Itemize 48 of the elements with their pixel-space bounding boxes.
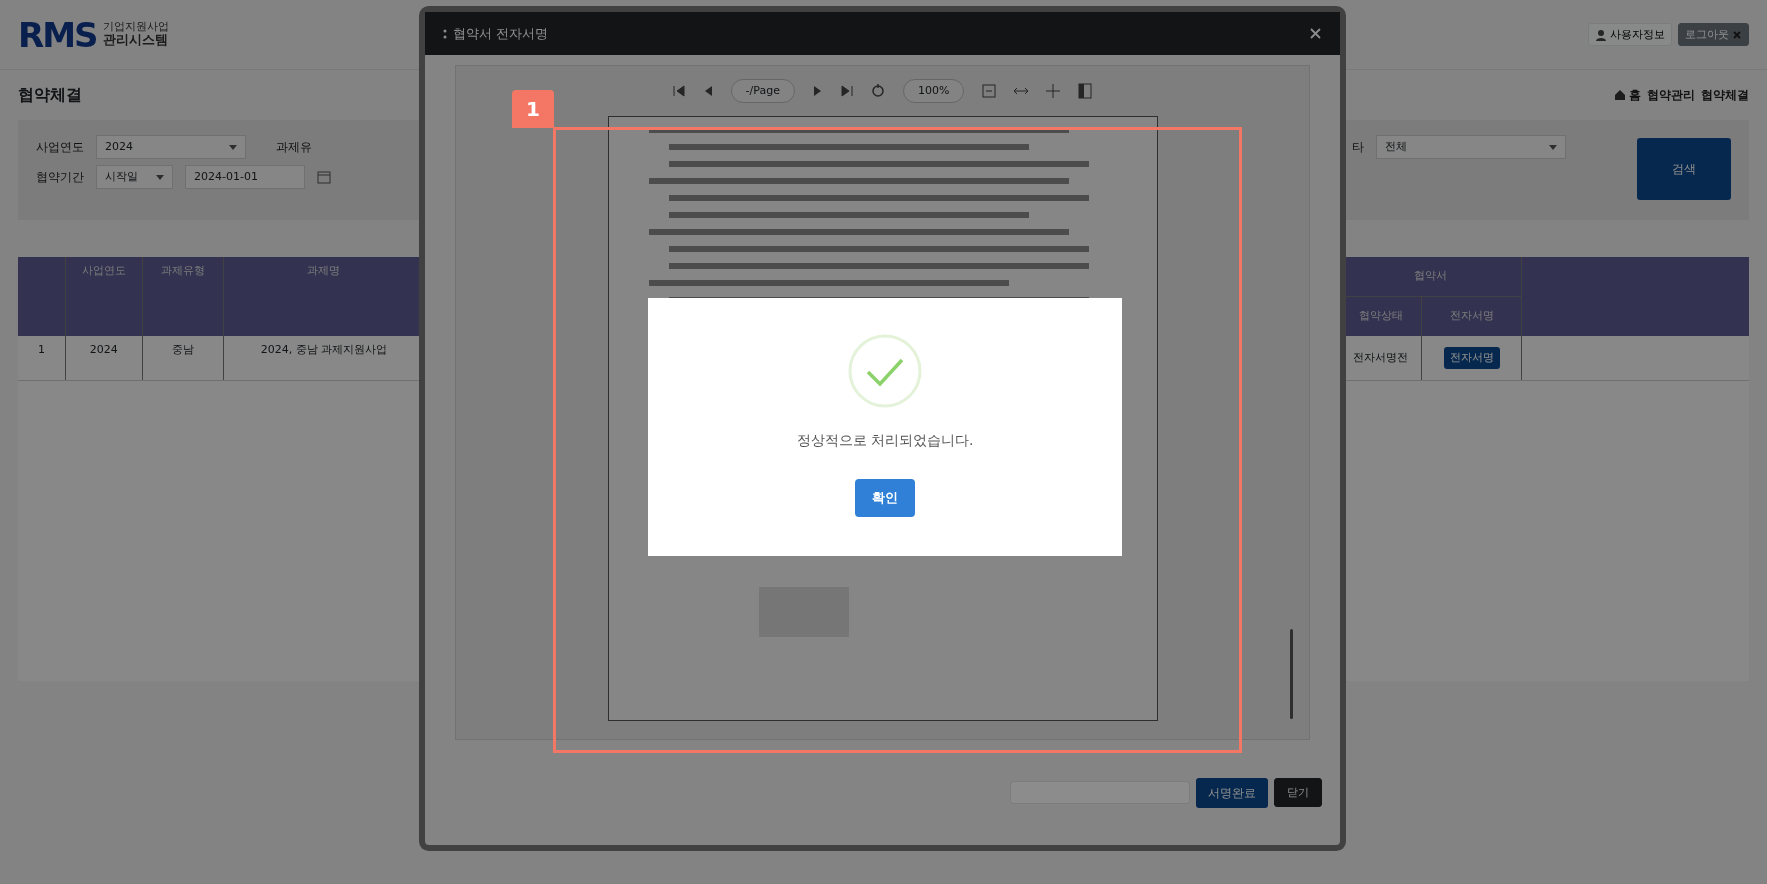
search-button[interactable]: 검색 xyxy=(1637,138,1731,200)
next-page-icon[interactable] xyxy=(812,85,823,97)
filter-label: 과제유 xyxy=(276,139,312,156)
rotate-icon[interactable] xyxy=(870,84,885,98)
close-button[interactable]: 닫기 xyxy=(1274,777,1322,808)
sign-complete-button[interactable]: 서명완료 xyxy=(1196,777,1268,808)
sign-button[interactable]: 전자서명 xyxy=(1443,346,1500,370)
confirm-button[interactable]: 확인 xyxy=(855,479,915,517)
status-select[interactable]: 전체 xyxy=(1376,135,1566,159)
user-button[interactable]: 사용자정보 xyxy=(1588,22,1672,47)
zoom-select[interactable]: 100% xyxy=(902,78,965,104)
logo-subtitle: 관리시스템 xyxy=(102,33,169,48)
breadcrumb-item[interactable]: 협약관리 xyxy=(1647,86,1695,104)
table-cell: 2024 xyxy=(65,336,143,380)
caret-icon xyxy=(156,174,164,180)
page-select[interactable]: -/Page xyxy=(730,78,795,104)
sidebar-toggle-icon[interactable] xyxy=(1078,83,1093,99)
year-select[interactable]: 2024 xyxy=(96,135,246,159)
page-title: 협약체결 xyxy=(18,84,82,106)
caret-icon xyxy=(1549,144,1557,150)
logo-tagline: 기업지원사업 xyxy=(102,21,169,34)
alert-message: 정상적으로 처리되었습니다. xyxy=(796,431,974,450)
breadcrumb-item[interactable]: 협약체결 xyxy=(1701,86,1749,104)
date-field[interactable]: 2024-01-01 xyxy=(185,165,305,189)
period-type-select[interactable]: 시작일 xyxy=(96,165,173,189)
calendar-icon xyxy=(317,170,331,184)
filter-label: 타 xyxy=(1352,139,1364,156)
last-page-icon[interactable] xyxy=(840,85,853,97)
success-check-icon xyxy=(848,334,922,408)
table-cell: 중남 xyxy=(142,336,224,380)
caret-icon xyxy=(229,144,237,150)
column-header: 협약서 xyxy=(1414,268,1447,285)
logout-button[interactable]: 로그아웃 xyxy=(1678,22,1749,47)
close-icon xyxy=(1732,29,1742,40)
table-cell: 1 xyxy=(18,336,66,380)
close-icon xyxy=(1310,28,1321,39)
user-icon xyxy=(1595,28,1607,41)
annotation-badge: 1 xyxy=(512,90,554,128)
filter-label: 사업연도 xyxy=(36,139,84,156)
drag-handle-icon xyxy=(443,27,447,40)
logo-text: RMS xyxy=(18,17,97,52)
modal-title: 협약서 전자서명 xyxy=(453,24,549,43)
first-page-icon[interactable] xyxy=(672,85,685,97)
filter-label: 협약기간 xyxy=(36,169,84,186)
close-button[interactable] xyxy=(1309,27,1322,40)
fit-width-icon[interactable] xyxy=(1014,85,1029,97)
breadcrumb-item[interactable]: 홈 xyxy=(1629,86,1641,104)
home-icon xyxy=(1614,89,1626,101)
